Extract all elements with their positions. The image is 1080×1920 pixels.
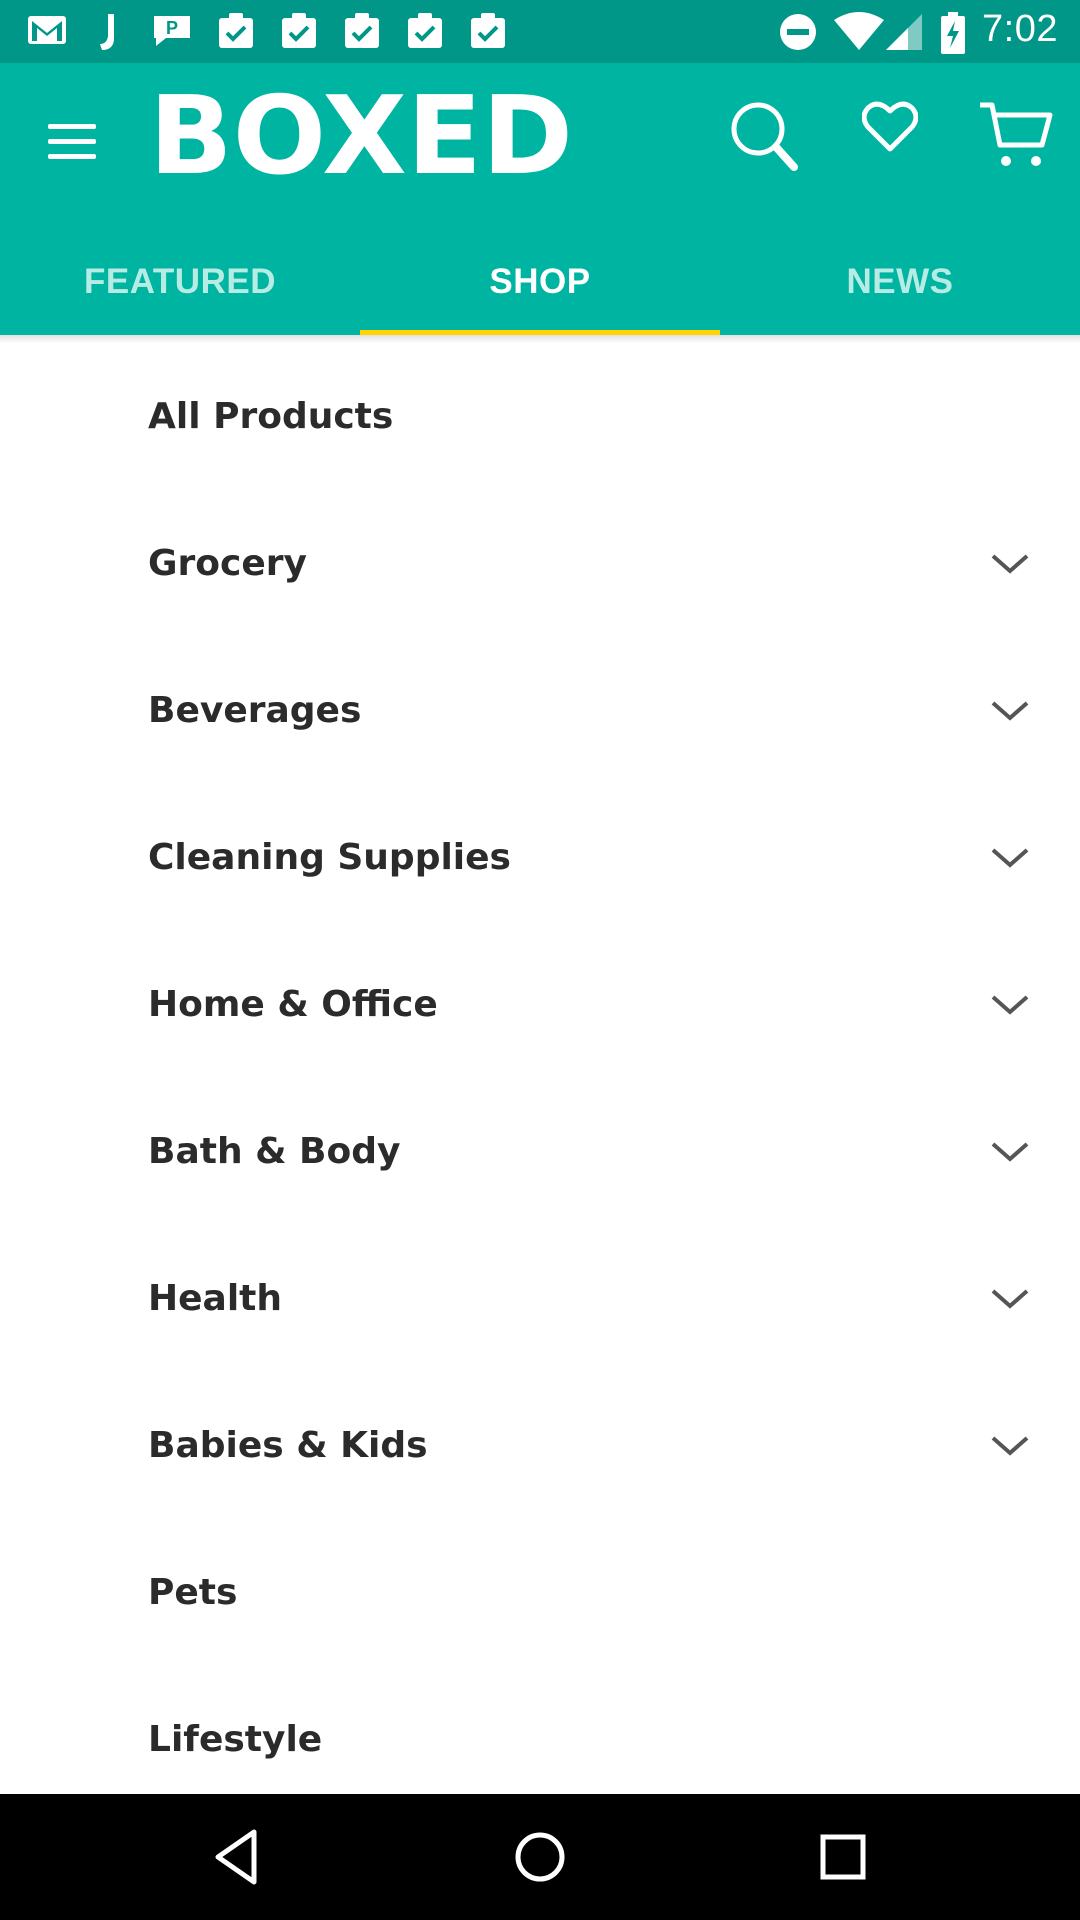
checklist-icon	[408, 13, 442, 48]
wifi-icon	[834, 12, 884, 50]
boxed-logo[interactable]: BOXED	[146, 89, 576, 181]
tab-news[interactable]: NEWS	[720, 228, 1080, 335]
j-app-icon	[100, 14, 114, 50]
category-grocery[interactable]: Grocery	[0, 490, 1080, 637]
svg-text:P: P	[166, 18, 178, 38]
chat-icon: P	[154, 16, 190, 46]
chevron-down-icon[interactable]	[990, 1140, 1030, 1164]
recents-icon[interactable]	[810, 1824, 876, 1890]
chevron-down-icon[interactable]	[990, 1287, 1030, 1311]
gmail-icon	[28, 16, 66, 44]
header-shadow	[0, 335, 1080, 343]
status-time: 7:02	[982, 8, 1058, 50]
category-all-products[interactable]: All Products	[0, 343, 1080, 490]
category-babies-kids[interactable]: Babies & Kids	[0, 1372, 1080, 1519]
category-label: Home & Office	[148, 984, 438, 1025]
back-icon[interactable]	[204, 1824, 270, 1890]
checklist-icon	[282, 13, 316, 48]
chevron-down-icon[interactable]	[990, 993, 1030, 1017]
do-not-disturb-icon	[780, 14, 816, 50]
category-pets[interactable]: Pets	[0, 1519, 1080, 1666]
tab-featured[interactable]: FEATURED	[0, 228, 360, 335]
status-bar: P 7:02	[0, 0, 1080, 63]
category-label: All Products	[148, 396, 394, 437]
menu-icon[interactable]	[44, 118, 102, 166]
signal-icon	[886, 14, 922, 50]
category-label: Pets	[148, 1572, 238, 1613]
battery-charging-icon	[941, 12, 965, 54]
category-label: Cleaning Supplies	[148, 837, 511, 878]
category-cleaning-supplies[interactable]: Cleaning Supplies	[0, 784, 1080, 931]
cart-icon[interactable]	[978, 99, 1054, 171]
logo-text: BOXED	[149, 89, 573, 181]
category-home-office[interactable]: Home & Office	[0, 931, 1080, 1078]
home-icon[interactable]	[507, 1824, 573, 1890]
chevron-down-icon[interactable]	[990, 552, 1030, 576]
checklist-icon	[219, 13, 253, 48]
chevron-down-icon[interactable]	[990, 846, 1030, 870]
system-nav-bar	[0, 1794, 1080, 1920]
category-label: Bath & Body	[148, 1131, 401, 1172]
category-label: Grocery	[148, 543, 308, 584]
heart-icon[interactable]	[862, 99, 918, 155]
tab-bar: FEATURED SHOP NEWS	[0, 228, 1080, 335]
category-lifestyle[interactable]: Lifestyle	[0, 1666, 1080, 1813]
category-label: Beverages	[148, 690, 362, 731]
category-label: Babies & Kids	[148, 1425, 428, 1466]
category-beverages[interactable]: Beverages	[0, 637, 1080, 784]
checklist-icon	[471, 13, 505, 48]
category-bath-body[interactable]: Bath & Body	[0, 1078, 1080, 1225]
category-label: Health	[148, 1278, 283, 1319]
tab-shop[interactable]: SHOP	[360, 228, 720, 335]
search-icon[interactable]	[728, 99, 800, 175]
category-label: Lifestyle	[148, 1719, 323, 1760]
category-health[interactable]: Health	[0, 1225, 1080, 1372]
chevron-down-icon[interactable]	[990, 1434, 1030, 1458]
checklist-icon	[345, 13, 379, 48]
chevron-down-icon[interactable]	[990, 699, 1030, 723]
